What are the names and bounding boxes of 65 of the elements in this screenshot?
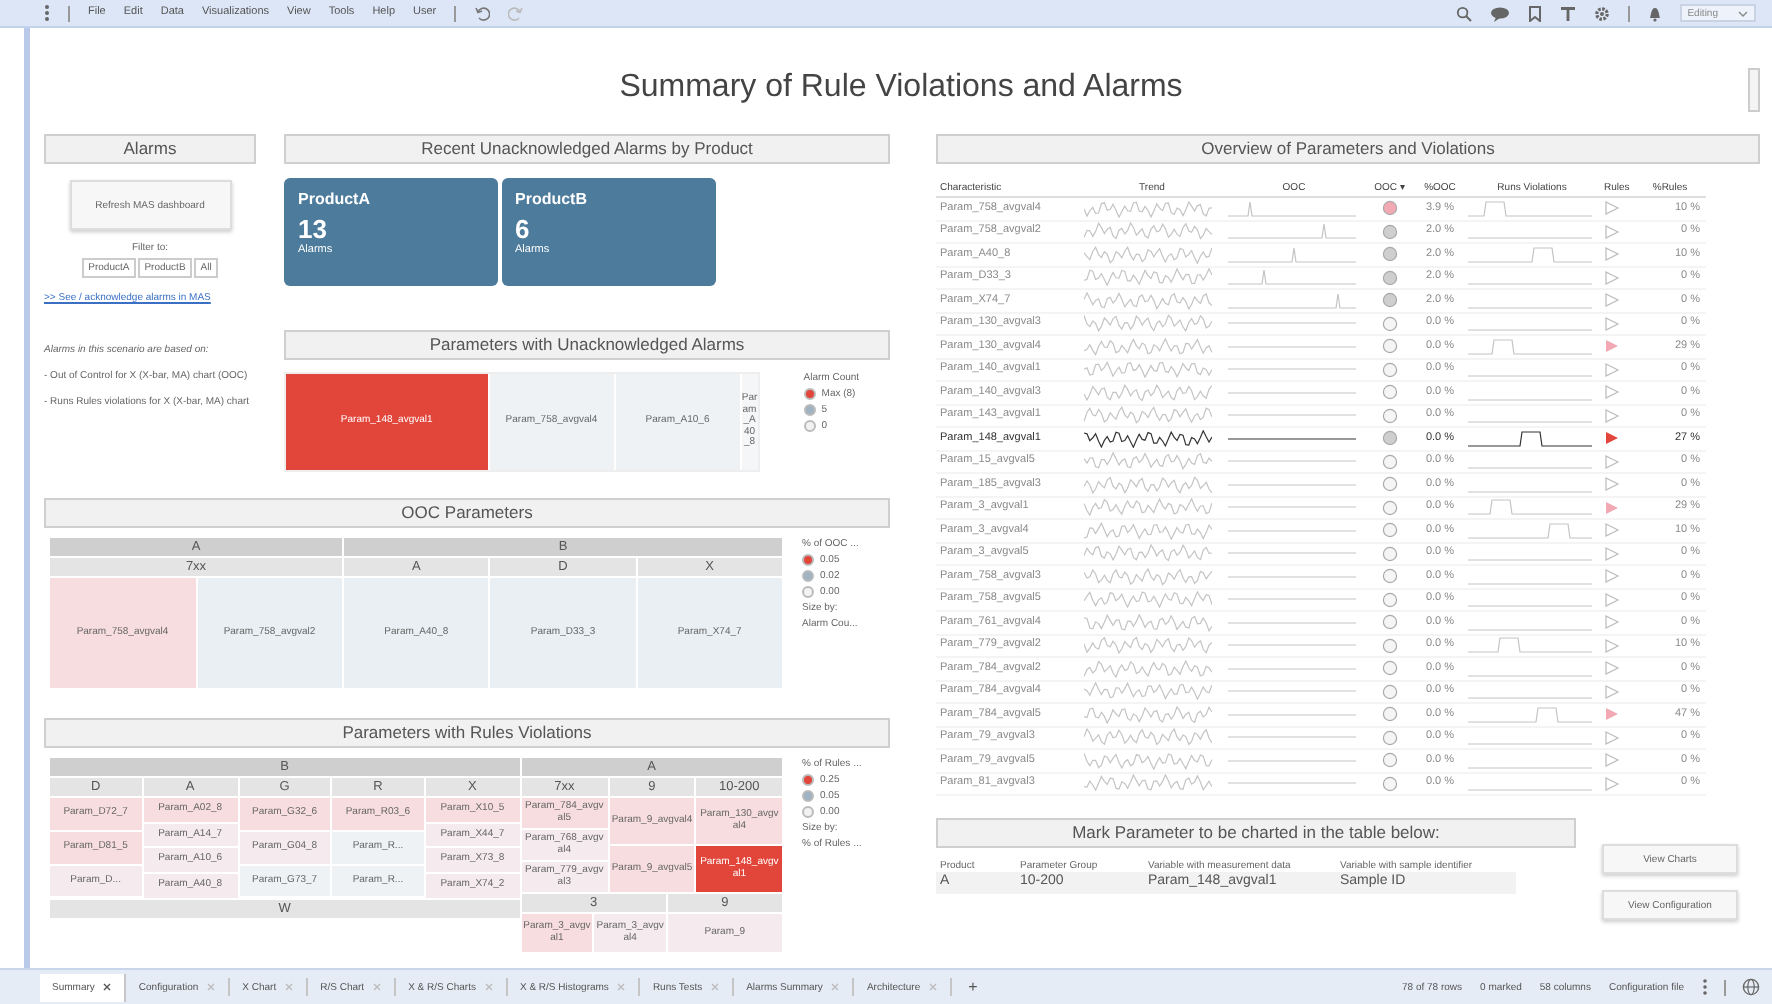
panel-header: Mark Parameter to be charted in the table below:	[936, 818, 1576, 848]
trend-sparkline	[1084, 774, 1212, 793]
ooc-sparkline	[1228, 437, 1356, 440]
trend-sparkline	[1084, 452, 1212, 471]
trend-sparkline	[1084, 406, 1212, 425]
globe-icon[interactable]	[1742, 978, 1760, 996]
trend-sparkline	[1084, 590, 1212, 609]
panel-header: Alarms	[44, 134, 256, 164]
caret-icon	[1738, 9, 1748, 17]
ooc-sparkline	[1228, 223, 1356, 240]
runs-sparkline	[1468, 246, 1592, 263]
trend-sparkline	[1084, 291, 1212, 310]
panel-header: Parameters with Unacknowledged Alarms	[284, 330, 890, 360]
trend-sparkline	[1084, 567, 1212, 586]
trend-sparkline	[1084, 705, 1212, 724]
runs-sparkline	[1468, 200, 1592, 217]
panel-header: Overview of Parameters and Violations	[936, 134, 1760, 164]
trend-sparkline	[1084, 752, 1212, 770]
settings-icon[interactable]	[1593, 5, 1610, 21]
trend-sparkline	[1084, 728, 1212, 746]
runs-sparkline	[1468, 430, 1592, 447]
trend-sparkline	[1084, 245, 1212, 264]
ooc-sparkline	[1228, 200, 1356, 217]
bookmark-icon[interactable]	[1527, 5, 1542, 21]
close-icon[interactable]	[102, 982, 113, 992]
trend-sparkline	[1084, 682, 1212, 701]
alarm-count: 13	[298, 215, 329, 244]
trend-sparkline	[1084, 637, 1212, 655]
add-tab-button[interactable]: +	[968, 977, 978, 997]
trend-sparkline	[1084, 200, 1212, 218]
search-icon[interactable]	[1455, 5, 1472, 21]
trend-sparkline	[1084, 498, 1212, 517]
panel-header: OOC Parameters	[44, 498, 890, 528]
runs-sparkline	[1468, 338, 1592, 355]
trend-sparkline	[1084, 337, 1212, 356]
trend-sparkline	[1084, 361, 1212, 379]
trend-sparkline	[1084, 613, 1212, 632]
notification-icon[interactable]	[1647, 5, 1662, 21]
undo-icon[interactable]	[474, 5, 491, 21]
panel-header: Recent Unacknowledged Alarms by Product	[284, 134, 890, 164]
trend-sparkline	[1084, 475, 1212, 494]
product-name: ProductB	[515, 190, 589, 210]
trend-sparkline	[1084, 222, 1212, 241]
product-name: ProductA	[298, 190, 372, 210]
trend-sparkline	[1084, 268, 1212, 287]
alarm-count: 6	[515, 215, 532, 244]
runs-sparkline	[1468, 637, 1592, 654]
trend-sparkline	[1084, 659, 1212, 678]
trend-sparkline	[1084, 429, 1212, 448]
trend-sparkline	[1084, 383, 1212, 401]
scrollbar[interactable]	[1748, 68, 1760, 112]
dashboard-title: Summary of Rule Violations and Alarms	[617, 68, 1185, 108]
ooc-sparkline	[1228, 269, 1356, 286]
ooc-sparkline	[1228, 292, 1356, 309]
trend-sparkline	[1084, 314, 1212, 333]
trend-sparkline	[1084, 521, 1212, 540]
more-icon[interactable]	[44, 4, 50, 22]
runs-sparkline	[1468, 706, 1592, 723]
ooc-sparkline	[1228, 246, 1356, 263]
more-icon[interactable]	[1702, 978, 1708, 996]
panel-header: Parameters with Rules Violations	[44, 718, 890, 748]
trend-sparkline	[1084, 544, 1212, 562]
runs-sparkline	[1468, 522, 1592, 539]
comment-icon[interactable]	[1489, 5, 1510, 21]
runs-sparkline	[1468, 499, 1592, 516]
